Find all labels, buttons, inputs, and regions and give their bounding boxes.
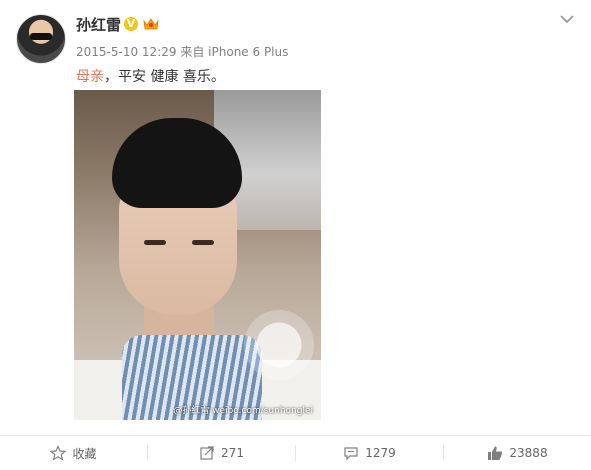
comment-icon [344,447,358,461]
favorite-label: 收藏 [72,446,97,461]
photo-eye-left [144,240,166,245]
photo-watermark-text: @孙红雷 weibo.com/sunhonglei [173,406,313,416]
post-timestamp[interactable]: 2015-5-10 12:29 [76,45,177,59]
photo-watermark-stamp [244,310,314,380]
photo-eye-right [192,240,214,245]
like-count: 23888 [509,446,548,460]
post-source-prefix: 来自 [180,45,205,59]
like-button[interactable]: 23888 [444,436,591,470]
post-source[interactable]: iPhone 6 Plus [208,45,288,59]
weibo-post-card: 孙红雷 V 2015-5-10 12:29 来自 iPhone 6 Plus 母… [0,0,591,469]
repost-icon [200,446,214,460]
star-icon [50,445,67,461]
post-meta: 2015-5-10 12:29 来自 iPhone 6 Plus [76,43,288,60]
member-crown-icon[interactable] [142,16,160,32]
post-photo[interactable]: @孙红雷 weibo.com/sunhonglei [74,90,321,420]
favorite-button[interactable]: 收藏 [0,436,147,470]
author-avatar[interactable] [16,14,66,64]
comment-button[interactable]: 1279 [296,436,443,470]
chevron-down-icon[interactable] [560,14,574,24]
post-body: ，平安 健康 喜乐。 [104,69,225,85]
comment-count: 1279 [365,446,396,460]
verified-badge-icon[interactable]: V [124,17,138,31]
avatar-glasses [30,33,52,40]
repost-count: 271 [221,446,244,460]
thumbs-up-icon [488,446,503,460]
action-bar: 收藏 271 1279 23888 [0,435,591,470]
repost-button[interactable]: 271 [148,436,295,470]
mention-link[interactable]: 母亲 [76,69,104,85]
post-text: 母亲，平安 健康 喜乐。 [76,66,225,86]
author-name[interactable]: 孙红雷 [76,14,121,35]
